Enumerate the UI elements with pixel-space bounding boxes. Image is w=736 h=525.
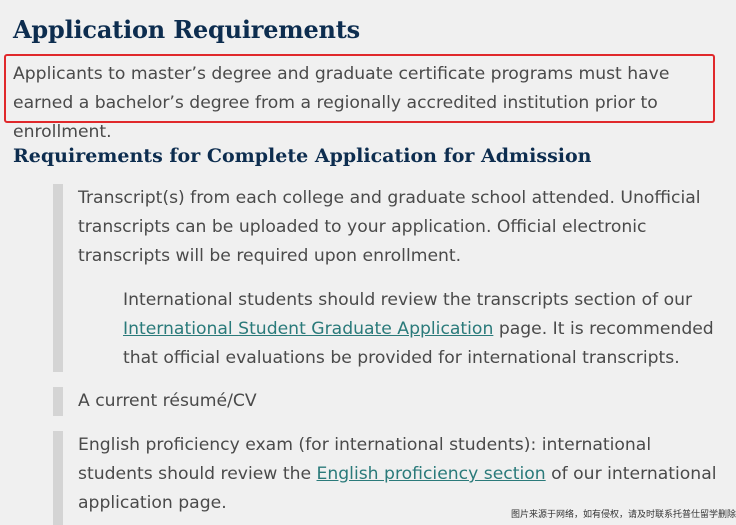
page-title: Application Requirements xyxy=(13,15,360,44)
watermark: 图片来源于网络，如有侵权，请及时联系托普仕留学删除 xyxy=(510,510,736,520)
list-item-bar xyxy=(53,184,63,372)
intro-paragraph: Applicants to master’s degree and gradua… xyxy=(13,64,670,142)
list-item-bar xyxy=(53,431,63,525)
resume-text: A current résumé/CV xyxy=(78,391,257,411)
note-text-before: International students should review the… xyxy=(123,290,693,310)
english-proficiency-link[interactable]: English proficiency section xyxy=(317,464,546,484)
section-heading: Requirements for Complete Application fo… xyxy=(13,145,592,167)
list-item-bar xyxy=(53,387,63,416)
transcripts-international-note: International students should review the… xyxy=(123,286,718,373)
international-student-application-link[interactable]: International Student Graduate Applicati… xyxy=(123,319,493,339)
english-proficiency-text: English proficiency exam (for internatio… xyxy=(78,431,718,518)
transcripts-text: Transcript(s) from each college and grad… xyxy=(78,188,701,266)
